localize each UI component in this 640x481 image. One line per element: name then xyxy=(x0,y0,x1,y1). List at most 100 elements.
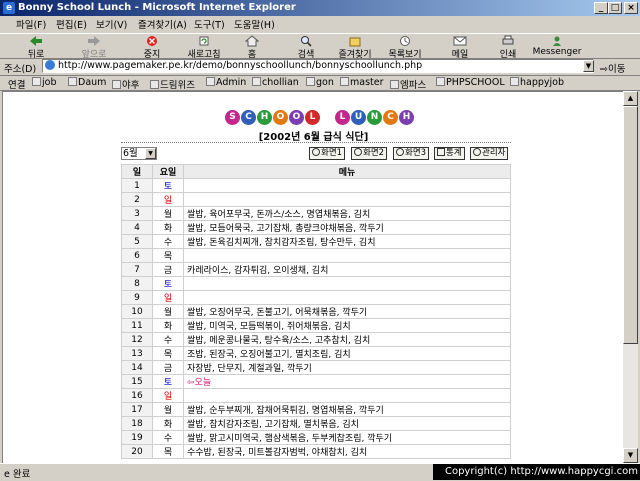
search-button[interactable]: 검색 xyxy=(292,34,320,60)
menu-cell: 쌀밥, 순두부찌개, 잡채어묵튀김, 명엽채볶음, 깍두기 xyxy=(183,402,511,417)
day-cell: 12 xyxy=(121,332,153,347)
screen3-button[interactable]: 화면3 xyxy=(393,147,430,160)
address-input[interactable]: http://www.pagemaker.pe.kr/demo/bonnysch… xyxy=(42,59,594,73)
table-row: 18 화 쌀밥, 참치감자조림, 고기잡채, 멸치볶음, 김치 xyxy=(121,416,511,431)
logo-letter: U xyxy=(351,110,366,125)
table-row: 9일 xyxy=(121,290,511,305)
table-row: 15 토 ⇦오늘 xyxy=(121,374,511,389)
stop-icon xyxy=(147,36,157,46)
go-arrow-icon: ⇨ xyxy=(600,64,608,75)
table-row: 16 일 xyxy=(121,388,511,403)
magnifier-icon xyxy=(312,148,320,156)
weekday-cell: 금 xyxy=(152,360,184,375)
header-menu: 메뉴 xyxy=(183,164,511,179)
scroll-up-icon[interactable]: ▲ xyxy=(623,91,638,106)
day-cell: 2 xyxy=(121,192,153,207)
stop-button[interactable]: 중지 xyxy=(134,34,170,60)
screen1-button[interactable]: 화면1 xyxy=(309,147,346,160)
favorites-icon xyxy=(349,37,361,47)
menu-edit[interactable]: 편집(E) xyxy=(56,17,87,31)
weekday-cell: 수 xyxy=(152,332,184,347)
status-text: e 완료 xyxy=(4,469,31,480)
weekday-cell: 월 xyxy=(152,304,184,319)
menu-cell: ⇦오늘 xyxy=(183,374,511,389)
school-lunch-logo: SCHOOLLUNCH xyxy=(225,104,415,125)
vertical-scrollbar[interactable]: ▲ ▼ xyxy=(623,91,638,463)
messenger-button[interactable]: Messenger xyxy=(532,34,582,58)
forward-button[interactable]: 앞으로 xyxy=(76,34,112,60)
history-button[interactable]: 목록보기 xyxy=(386,34,424,60)
refresh-button[interactable]: 새로고침 xyxy=(182,34,226,60)
home-icon xyxy=(245,35,259,47)
menu-cell: 쌀밥, 메운콩나물국, 탕수육/소스, 고추참치, 김치 xyxy=(183,332,511,347)
admin-icon xyxy=(473,148,481,156)
table-row: 4 화 쌀밥, 모듬어묵국, 고기잡채, 총량크야채볶음, 깍두기 xyxy=(121,220,511,235)
header-weekday: 요일 xyxy=(152,164,184,179)
link-happyjob[interactable]: happyjob xyxy=(510,77,564,88)
dotted-divider xyxy=(121,142,511,143)
table-row: 11 화 쌀밥, 미역국, 모듬떡볶이, 쥐어채볶음, 김치 xyxy=(121,318,511,333)
logo-letter: N xyxy=(367,110,382,125)
menu-favorites[interactable]: 즐겨찾기(A) xyxy=(138,17,187,31)
link-icon xyxy=(32,77,41,86)
logo-letter: L xyxy=(335,110,350,125)
link-phpschool[interactable]: PHPSCHOOL xyxy=(436,77,505,88)
link-job[interactable]: job xyxy=(32,77,56,88)
close-button[interactable]: × xyxy=(624,2,638,14)
menu-bar: 파일(F) 편집(E) 보기(V) 즐겨찾기(A) 도구(T) 도움말(H) xyxy=(0,16,640,32)
screen2-button[interactable]: 화면2 xyxy=(351,147,388,160)
stats-button[interactable]: 통계 xyxy=(434,147,465,160)
forward-arrow-icon xyxy=(88,36,100,46)
printer-icon xyxy=(502,35,514,45)
logo-letter: H xyxy=(399,110,414,125)
go-button[interactable]: ⇨이동 xyxy=(600,61,625,75)
logo-letter: H xyxy=(257,110,272,125)
weekday-cell: 수 xyxy=(152,234,184,249)
day-cell: 18 xyxy=(121,416,153,431)
today-marker: ⇦오늘 xyxy=(187,378,212,388)
menu-tools[interactable]: 도구(T) xyxy=(194,17,225,31)
logo-letter: C xyxy=(383,110,398,125)
scroll-thumb[interactable] xyxy=(623,106,638,344)
weekday-cell: 목 xyxy=(152,346,184,361)
back-button[interactable]: 뒤로 xyxy=(18,34,54,60)
link-dreamwiz[interactable]: 드림위즈 xyxy=(150,77,195,91)
mail-icon xyxy=(453,36,467,46)
month-select[interactable]: 6월 ▼ xyxy=(121,147,157,160)
weekday-cell: 일 xyxy=(152,388,184,403)
menu-cell: 수수밥, 된장국, 미트볼감자범벅, 야채참치, 김치 xyxy=(183,444,511,459)
day-cell: 13 xyxy=(121,346,153,361)
link-daum[interactable]: Daum xyxy=(68,77,106,88)
logo-letter: O xyxy=(289,110,304,125)
link-chollian[interactable]: chollian xyxy=(252,77,299,88)
header-day: 일 xyxy=(121,164,153,179)
link-master[interactable]: master xyxy=(340,77,384,88)
day-cell: 4 xyxy=(121,220,153,235)
mail-button[interactable]: 메일 xyxy=(446,34,474,60)
admin-button[interactable]: 관리자 xyxy=(470,147,509,160)
link-empas[interactable]: 엠파스 xyxy=(390,77,426,91)
menu-file[interactable]: 파일(F) xyxy=(16,17,46,31)
maximize-button[interactable]: □ xyxy=(608,2,622,14)
day-cell: 14 xyxy=(121,360,153,375)
print-button[interactable]: 인쇄 xyxy=(494,34,522,60)
table-row: 20 목 수수밥, 된장국, 미트볼감자범벅, 야채참치, 김치 xyxy=(121,444,511,459)
home-button[interactable]: 홈 xyxy=(240,34,264,60)
menu-view[interactable]: 보기(V) xyxy=(96,17,127,31)
day-cell: 10 xyxy=(121,304,153,319)
menu-help[interactable]: 도움말(H) xyxy=(234,17,275,31)
menu-cell: 카레라이스, 감자튀김, 오이생채, 김치 xyxy=(183,262,511,277)
link-icon xyxy=(150,80,159,89)
scroll-down-icon[interactable]: ▼ xyxy=(623,448,638,463)
table-row: 6목 xyxy=(121,248,511,263)
magnifier-icon xyxy=(396,148,404,156)
address-dropdown-icon[interactable]: ▼ xyxy=(583,60,594,72)
link-yahoo[interactable]: 야후 xyxy=(112,77,139,91)
link-admin[interactable]: Admin xyxy=(206,77,246,88)
favorites-button[interactable]: 즐겨찾기 xyxy=(336,34,374,60)
refresh-icon xyxy=(199,36,209,46)
minimize-button[interactable]: _ xyxy=(594,2,608,14)
logo-letter: O xyxy=(273,110,288,125)
link-gon[interactable]: gon xyxy=(306,77,334,88)
table-row: 10 월 쌀밥, 오징어무국, 돈불고기, 어묵채볶음, 깍두기 xyxy=(121,304,511,319)
